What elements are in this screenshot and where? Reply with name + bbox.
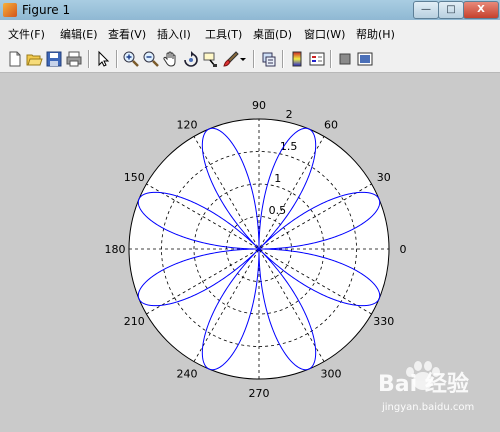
select-arrow-icon[interactable] — [94, 50, 112, 68]
theta-tick-label: 330 — [373, 315, 394, 328]
figure-canvas[interactable]: 90 60 30 0 330 300 270 240 210 180 150 120 0.5 1 1.5 2 — [0, 73, 500, 428]
theta-tick-label: 60 — [324, 118, 338, 131]
matlab-app-icon — [3, 3, 17, 17]
toolbar — [0, 46, 500, 73]
theta-tick-label: 300 — [321, 368, 342, 381]
open-file-icon[interactable] — [25, 50, 43, 68]
theta-tick-label: 0 — [400, 243, 407, 256]
print-icon[interactable] — [65, 50, 83, 68]
save-icon[interactable] — [45, 50, 63, 68]
toolbar-separator — [88, 50, 90, 68]
menu-tools[interactable]: 工具(T) — [205, 26, 242, 42]
data-cursor-icon[interactable] — [202, 50, 220, 68]
title-bar: Figure 1 — □ X — [0, 0, 500, 21]
link-plot-icon[interactable] — [260, 50, 278, 68]
menu-window[interactable]: 窗口(W) — [304, 26, 345, 42]
toolbar-separator — [116, 50, 118, 68]
menu-help[interactable]: 帮助(H) — [356, 26, 395, 42]
theta-tick-label: 150 — [124, 171, 145, 184]
r-tick-label: 1 — [274, 172, 281, 185]
legend-icon[interactable] — [308, 50, 326, 68]
theta-tick-label: 90 — [252, 99, 266, 112]
chevron-down-icon[interactable] — [238, 50, 248, 68]
toolbar-separator — [253, 50, 255, 68]
r-tick-label: 2 — [286, 108, 293, 121]
menu-edit[interactable]: 编辑(E) — [60, 26, 98, 42]
zoom-out-icon[interactable] — [142, 50, 160, 68]
rotate-3d-icon[interactable] — [182, 50, 200, 68]
zoom-in-icon[interactable] — [122, 50, 140, 68]
theta-tick-label: 30 — [377, 171, 391, 184]
r-tick-label: 1.5 — [280, 140, 298, 153]
menu-file[interactable]: 文件(F) — [8, 26, 45, 42]
minimize-button[interactable]: — — [413, 1, 439, 19]
theta-tick-label: 120 — [177, 118, 198, 131]
menu-insert[interactable]: 插入(I) — [157, 26, 191, 42]
toolbar-separator — [330, 50, 332, 68]
close-button[interactable]: X — [463, 1, 499, 19]
theta-tick-label: 270 — [249, 387, 270, 400]
show-plot-tools-icon[interactable] — [356, 50, 374, 68]
theta-tick-label: 210 — [124, 315, 145, 328]
window-title: Figure 1 — [22, 3, 71, 17]
menu-desktop[interactable]: 桌面(D) — [253, 26, 292, 42]
hide-plot-tools-icon[interactable] — [336, 50, 354, 68]
colorbar-icon[interactable] — [288, 50, 306, 68]
maximize-button[interactable]: □ — [438, 1, 464, 19]
theta-tick-label: 240 — [177, 368, 198, 381]
new-figure-icon[interactable] — [6, 50, 24, 68]
r-tick-label: 0.5 — [269, 204, 287, 217]
menu-view[interactable]: 查看(V) — [108, 26, 146, 42]
pan-hand-icon[interactable] — [162, 50, 180, 68]
polar-plot: 90603003303002702402101801501200.511.52 — [105, 99, 407, 400]
toolbar-separator — [282, 50, 284, 68]
theta-tick-label: 180 — [105, 243, 126, 256]
menu-bar: 文件(F) 编辑(E) 查看(V) 插入(I) 工具(T) 桌面(D) 窗口(W… — [0, 20, 500, 47]
